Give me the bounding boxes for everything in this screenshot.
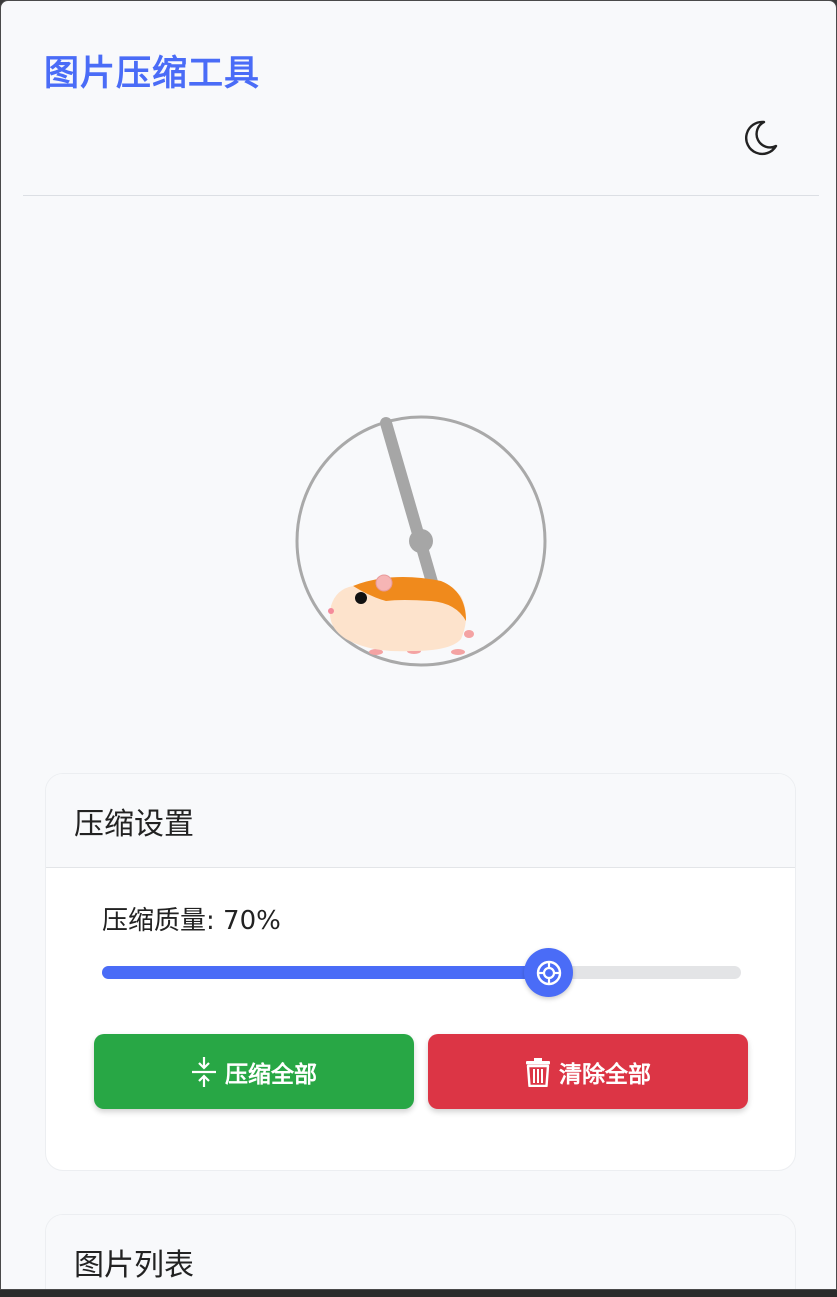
quality-value: 70% bbox=[223, 906, 281, 936]
hamster-wheel-icon bbox=[295, 415, 547, 667]
quality-slider-fill bbox=[102, 966, 550, 979]
compression-settings-card: 压缩设置 压缩质量: 70% 压缩全部 清除全部 bbox=[45, 773, 796, 1171]
compress-arrows-icon bbox=[191, 1056, 217, 1088]
wheel-icon bbox=[536, 960, 561, 985]
quality-label-colon: : bbox=[206, 906, 224, 936]
moon-icon bbox=[745, 120, 778, 156]
quality-label-text: 压缩质量 bbox=[102, 906, 207, 936]
compression-settings-header: 压缩设置 bbox=[46, 774, 795, 868]
taskbar bbox=[0, 1290, 837, 1297]
theme-toggle-button[interactable] bbox=[739, 116, 783, 160]
app-window: 图片压缩工具 压缩设置 压缩质量: 70% 压缩全部 清除全部 图片列表 bbox=[0, 0, 837, 1290]
quality-slider[interactable] bbox=[102, 948, 741, 997]
image-list-card: 图片列表 bbox=[45, 1214, 796, 1289]
trash-icon bbox=[525, 1057, 551, 1087]
quality-slider-thumb[interactable] bbox=[524, 948, 574, 997]
quality-slider-track[interactable] bbox=[102, 966, 741, 979]
quality-label: 压缩质量: 70% bbox=[102, 900, 281, 937]
clear-all-button[interactable]: 清除全部 bbox=[428, 1034, 748, 1109]
app-title: 图片压缩工具 bbox=[44, 54, 261, 94]
image-list-header: 图片列表 bbox=[46, 1215, 795, 1289]
app-header: 图片压缩工具 bbox=[23, 1, 819, 196]
compress-all-button[interactable]: 压缩全部 bbox=[94, 1034, 414, 1109]
hamster-wheel-loader bbox=[291, 411, 551, 673]
compress-all-label: 压缩全部 bbox=[225, 1061, 317, 1088]
clear-all-label: 清除全部 bbox=[559, 1061, 651, 1088]
